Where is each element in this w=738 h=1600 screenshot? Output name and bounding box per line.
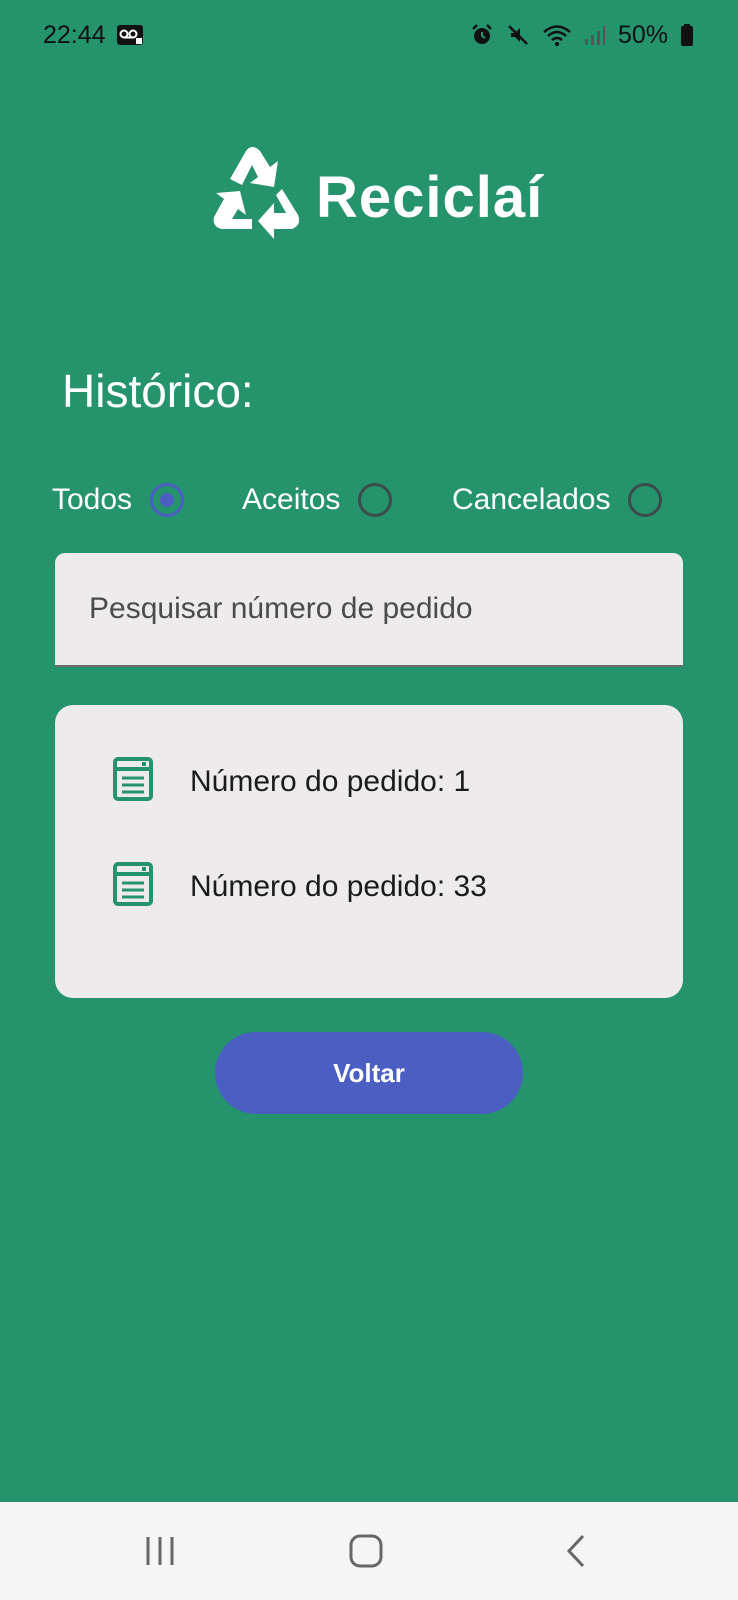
page-title: Histórico: [62, 365, 254, 417]
status-right: 50% [470, 21, 694, 50]
radio-todos[interactable] [150, 483, 185, 517]
filter-aceitos[interactable]: Aceitos [242, 470, 393, 530]
battery-icon [680, 23, 694, 47]
radio-cancelados[interactable] [628, 483, 663, 517]
back-button[interactable]: Voltar [215, 1032, 523, 1114]
mute-icon [506, 23, 530, 47]
voicemail-icon [116, 24, 144, 46]
wifi-icon [542, 23, 572, 47]
app-logo: Reciclaí [200, 140, 543, 255]
search-input[interactable]: Pesquisar número de pedido [55, 553, 683, 667]
filter-label: Aceitos [242, 483, 341, 516]
filter-label: Todos [52, 483, 133, 516]
orders-list: Número do pedido: 1 Número do pedido: 33 [55, 705, 683, 998]
search-placeholder: Pesquisar número de pedido [89, 592, 473, 625]
status-time: 22:44 [43, 20, 106, 49]
receipt-icon [113, 862, 153, 911]
recent-apps-icon[interactable] [130, 1502, 190, 1600]
list-item[interactable]: Número do pedido: 33 [113, 862, 487, 911]
order-label: Número do pedido: 1 [190, 764, 471, 798]
home-icon[interactable] [336, 1502, 396, 1600]
back-icon[interactable] [546, 1502, 606, 1600]
alarm-icon [470, 23, 494, 47]
receipt-icon [113, 757, 153, 806]
signal-icon [584, 24, 606, 46]
list-item[interactable]: Número do pedido: 1 [113, 757, 470, 806]
app-name: Reciclaí [316, 165, 544, 230]
filter-label: Cancelados [452, 483, 611, 516]
recycle-icon [200, 139, 312, 256]
filter-todos[interactable]: Todos [52, 470, 185, 530]
system-nav-bar [0, 1502, 738, 1600]
status-left: 22:44 [43, 21, 144, 50]
radio-aceitos[interactable] [358, 483, 393, 517]
battery-percent: 50% [617, 20, 668, 49]
status-bar: 22:44 50% [0, 0, 738, 70]
filter-group: Todos Aceitos Cancelados [52, 470, 692, 530]
filter-cancelados[interactable]: Cancelados [452, 470, 663, 530]
order-label: Número do pedido: 33 [190, 869, 487, 903]
